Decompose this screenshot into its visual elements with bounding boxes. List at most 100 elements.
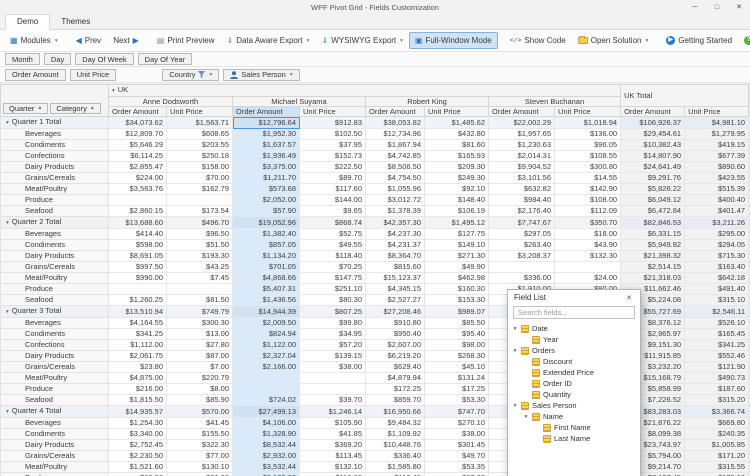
pivot-cell[interactable]: $2,052.00 <box>233 195 300 206</box>
pivot-cell[interactable]: $1,109.92 <box>366 429 425 440</box>
pivot-cell[interactable]: $163.40 <box>685 262 749 273</box>
pivot-cell[interactable]: $10,382.43 <box>621 140 685 151</box>
pivot-cell[interactable]: $144.00 <box>300 195 366 206</box>
measure-header-unit-price[interactable]: Unit Price <box>685 107 749 117</box>
pivot-cell[interactable]: $249.30 <box>425 173 489 184</box>
row-header-beverages[interactable]: Beverages <box>1 229 109 240</box>
open-solution-button[interactable]: Open Solution ▾ <box>572 32 654 49</box>
tab-themes[interactable]: Themes <box>50 15 101 29</box>
pivot-cell[interactable]: $131.24 <box>425 373 489 384</box>
pivot-cell[interactable]: $92.10 <box>425 184 489 195</box>
pivot-cell[interactable]: $209.30 <box>425 162 489 173</box>
pivot-cell[interactable]: $315.10 <box>685 295 749 306</box>
pivot-cell[interactable]: $127.75 <box>425 229 489 240</box>
row-header-dairy-products[interactable]: Dairy Products <box>1 351 109 362</box>
pivot-cell[interactable]: $43.90 <box>555 240 621 251</box>
pivot-cell[interactable]: $8.00 <box>167 384 233 395</box>
pivot-cell[interactable]: $13.00 <box>167 329 233 340</box>
pivot-cell[interactable]: $2,230.50 <box>109 451 167 462</box>
pivot-cell[interactable]: $21,318.03 <box>621 273 685 284</box>
pivot-cell[interactable]: $4,875.00 <box>109 373 167 384</box>
pivot-cell[interactable]: $116.00 <box>300 473 366 476</box>
data-aware-export-button[interactable]: ⇓ Data Aware Export ▾ <box>220 32 315 49</box>
pivot-cell[interactable]: $2,752.45 <box>109 440 167 451</box>
pivot-cell[interactable]: $45.10 <box>425 362 489 373</box>
column-header-michael-suyama[interactable]: Michael Suyama <box>233 97 366 107</box>
close-icon[interactable]: ✕ <box>624 294 634 302</box>
pivot-cell[interactable]: $2,607.00 <box>366 340 425 351</box>
pivot-cell[interactable]: $3,012.72 <box>366 195 425 206</box>
pivot-cell[interactable]: $3,101.56 <box>489 173 555 184</box>
row-header-produce[interactable]: Produce <box>1 284 109 295</box>
pivot-cell[interactable]: $4,742.85 <box>366 151 425 162</box>
pivot-cell[interactable]: $5,646.29 <box>109 140 167 151</box>
pivot-cell[interactable]: $350.70 <box>555 217 621 229</box>
row-header-grains-cereals[interactable]: Grains/Cereals <box>1 262 109 273</box>
pivot-cell[interactable]: $98.00 <box>425 340 489 351</box>
pivot-cell[interactable]: $112.09 <box>555 206 621 217</box>
pivot-cell[interactable]: $240.35 <box>685 429 749 440</box>
pivot-cell[interactable]: $162.79 <box>167 184 233 195</box>
pivot-cell[interactable]: $5,407.31 <box>233 284 300 295</box>
pivot-cell[interactable]: $526.10 <box>685 318 749 329</box>
pivot-cell[interactable]: $43.25 <box>167 262 233 273</box>
pivot-cell[interactable]: $807.25 <box>300 306 366 318</box>
pivot-cell[interactable]: $1,328.90 <box>233 429 300 440</box>
pivot-cell[interactable]: $5,826.22 <box>621 184 685 195</box>
show-code-button[interactable]: </> Show Code <box>504 32 572 49</box>
pivot-cell[interactable]: $1,230.63 <box>489 140 555 151</box>
caret-down-icon[interactable]: ▾ <box>512 326 518 332</box>
pivot-cell[interactable]: $1,254.30 <box>109 418 167 429</box>
column-field-sales-person[interactable]: Sales Person ▾ <box>223 69 299 81</box>
row-header-beverages[interactable]: Beverages <box>1 418 109 429</box>
pivot-cell[interactable]: $8,532.44 <box>233 440 300 451</box>
pivot-cell[interactable]: $336.40 <box>366 451 425 462</box>
pivot-cell[interactable]: $149.10 <box>425 240 489 251</box>
pivot-cell[interactable]: $1,260.25 <box>109 295 167 306</box>
pivot-cell[interactable] <box>233 384 300 395</box>
pivot-cell[interactable]: $29,454.61 <box>621 129 685 140</box>
column-field-country[interactable]: Country ▾ <box>162 69 219 81</box>
measure-header-unit-price[interactable]: Unit Price <box>555 107 621 117</box>
pivot-cell[interactable]: $414.40 <box>109 229 167 240</box>
row-header-seafood[interactable]: Seafood <box>1 395 109 406</box>
pivot-cell[interactable]: $315.20 <box>685 395 749 406</box>
pivot-cell[interactable]: $51.50 <box>167 240 233 251</box>
row-header-beverages[interactable]: Beverages <box>1 318 109 329</box>
pivot-cell[interactable]: $1,637.57 <box>233 140 300 151</box>
pivot-cell[interactable]: $1,134.20 <box>233 251 300 262</box>
pivot-cell[interactable]: $950.40 <box>366 329 425 340</box>
pivot-cell[interactable]: $95.40 <box>425 329 489 340</box>
pivot-cell[interactable]: $3,366.74 <box>685 406 749 418</box>
pivot-cell[interactable]: $263.40 <box>489 240 555 251</box>
pivot-cell[interactable]: $81.50 <box>167 295 233 306</box>
pivot-cell[interactable]: $148.40 <box>425 195 489 206</box>
pivot-cell[interactable]: $4,754.50 <box>366 173 425 184</box>
pivot-cell[interactable]: $14,807.90 <box>621 151 685 162</box>
row-header-produce[interactable]: Produce <box>1 195 109 206</box>
pivot-cell[interactable]: $490.73 <box>685 373 749 384</box>
pivot-cell[interactable]: $39.70 <box>300 395 366 406</box>
pivot-cell[interactable]: $7,747.67 <box>489 217 555 229</box>
pivot-cell[interactable]: $132.30 <box>555 251 621 262</box>
pivot-cell[interactable]: $9,904.52 <box>489 162 555 173</box>
pivot-cell[interactable] <box>109 284 167 295</box>
pivot-cell[interactable]: $130.10 <box>167 462 233 473</box>
row-header-produce[interactable]: Produce <box>1 473 109 476</box>
data-field-unit-price[interactable]: Unit Price <box>70 69 117 81</box>
field-list-item-name[interactable]: ▾Name <box>508 411 640 422</box>
column-header-steven-buchanan[interactable]: Steven Buchanan <box>489 97 621 107</box>
pivot-cell[interactable]: $173.54 <box>167 206 233 217</box>
row-header-condiments[interactable]: Condiments <box>1 140 109 151</box>
pivot-cell[interactable]: $117.60 <box>300 184 366 195</box>
measure-header-order-amount[interactable]: Order Amount <box>489 107 555 117</box>
pivot-cell[interactable]: $96.05 <box>555 140 621 151</box>
pivot-cell[interactable]: $1,815.50 <box>109 395 167 406</box>
pivot-cell[interactable]: $9.65 <box>300 206 366 217</box>
row-header-quarter-2-total[interactable]: ▾Quarter 2 Total <box>1 217 109 229</box>
pivot-cell[interactable]: $15,123.37 <box>366 273 425 284</box>
pivot-cell[interactable]: $34.95 <box>300 329 366 340</box>
pivot-cell[interactable]: $4,237.30 <box>366 229 425 240</box>
getting-started-button[interactable]: ▶ Getting Started <box>660 32 738 49</box>
field-list-item-date[interactable]: ▾Date <box>508 323 640 334</box>
